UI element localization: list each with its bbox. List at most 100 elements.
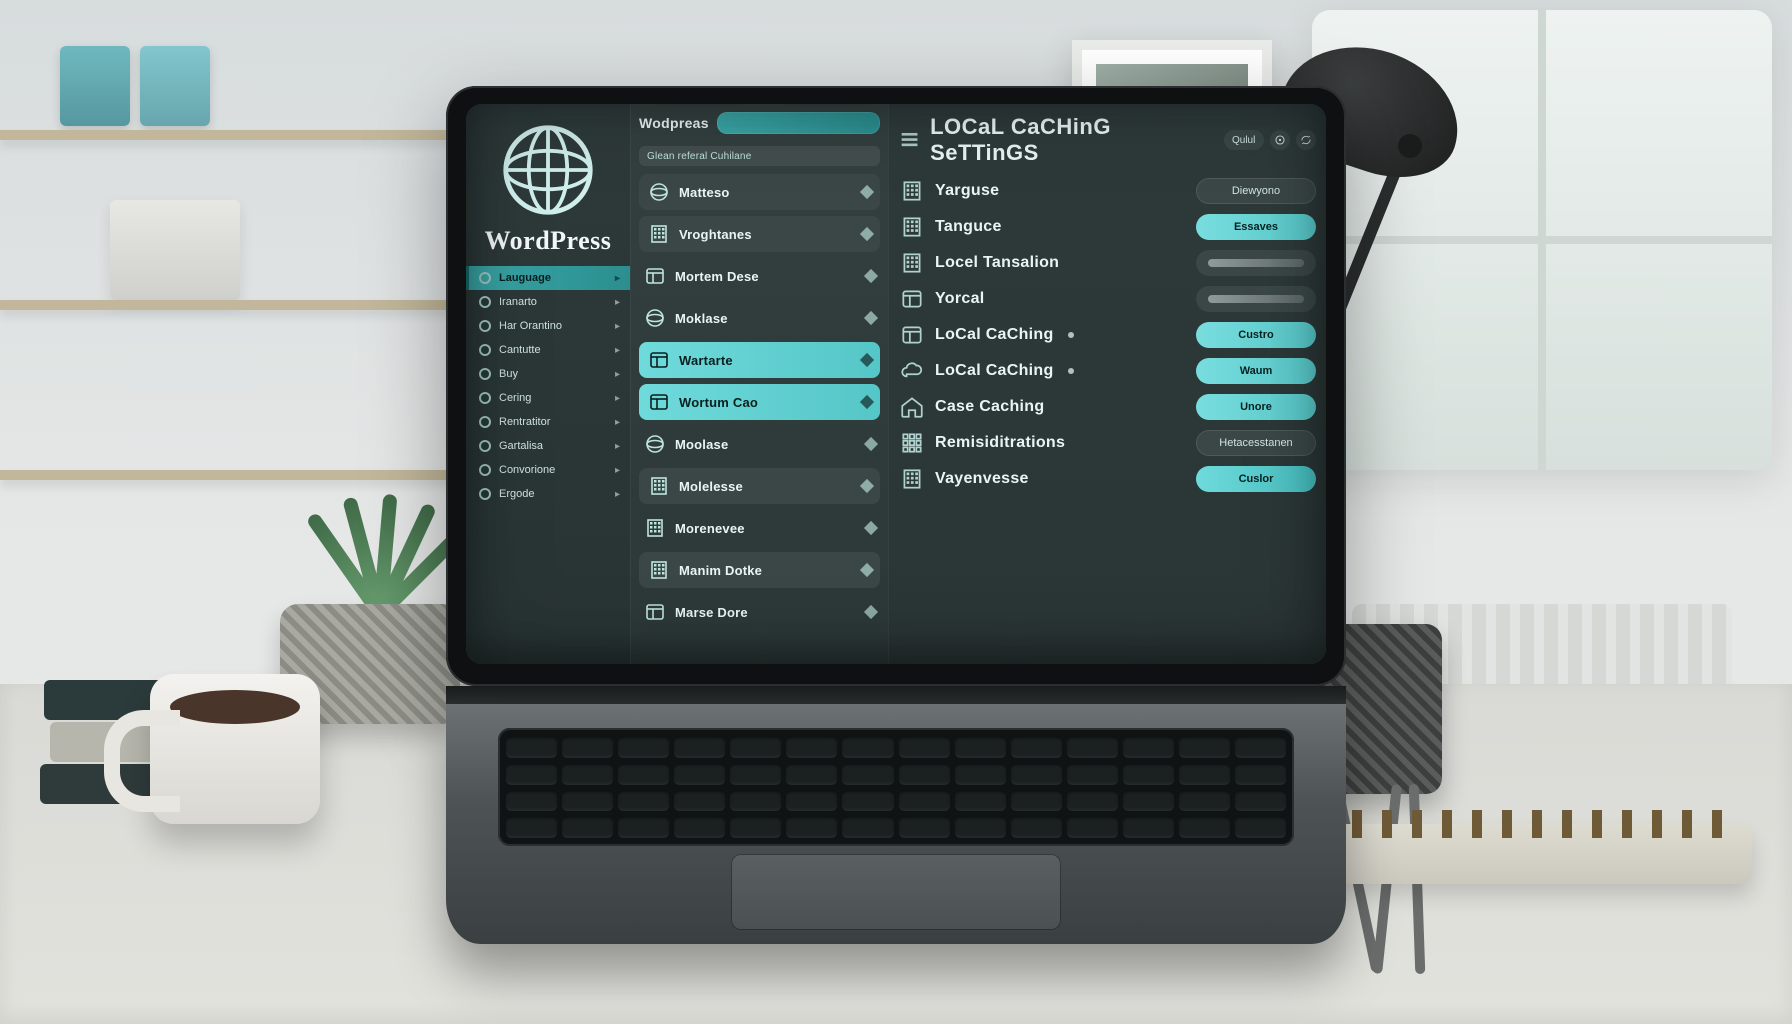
bar-fill	[1208, 295, 1304, 303]
settings-rows: YarguseDiewyonoTanguceEssavesLocel Tansa…	[889, 176, 1326, 502]
diamond-icon	[860, 227, 874, 241]
chevron-right-icon: ▸	[615, 465, 620, 476]
control-label: Custro	[1238, 329, 1273, 341]
value-slider[interactable]	[1196, 250, 1316, 276]
settings-row-label: LoCal CaChing	[935, 326, 1054, 344]
bullet-icon	[479, 272, 491, 284]
module-column: Wodpreas Glean referal Cuhilane MattesoV…	[630, 104, 888, 664]
building-icon	[647, 474, 671, 498]
module-item-label: Moolase	[675, 437, 728, 452]
control-label: Hetacesstanen	[1219, 437, 1292, 449]
panel-icon	[643, 264, 667, 288]
module-item-10[interactable]: Marse Dore	[639, 594, 880, 630]
module-item-1[interactable]: Vroghtanes	[639, 216, 880, 252]
books	[110, 200, 240, 300]
bar-fill	[1208, 259, 1304, 267]
control-label: Essaves	[1234, 221, 1278, 233]
sidebar-item-7[interactable]: Gartalisa▸	[466, 434, 630, 458]
settings-row-3: Yorcal	[899, 286, 1316, 312]
building-icon	[899, 250, 925, 276]
sidebar-item-2[interactable]: Har Orantino▸	[466, 314, 630, 338]
action-button[interactable]: Waum	[1196, 358, 1316, 384]
plant	[290, 434, 470, 614]
module-item-0[interactable]: Matteso	[639, 174, 880, 210]
sidebar-item-4[interactable]: Buy▸	[466, 362, 630, 386]
trackpad	[731, 854, 1061, 930]
binder	[60, 46, 130, 126]
sidebar-item-1[interactable]: Iranarto ▸	[466, 290, 630, 314]
bullet-icon	[479, 296, 491, 308]
action-button[interactable]: Essaves	[1196, 214, 1316, 240]
control-label: Unore	[1240, 401, 1272, 413]
action-button[interactable]: Cuslor	[1196, 466, 1316, 492]
building-icon	[647, 222, 671, 246]
bullet-icon	[479, 344, 491, 356]
brand-name: WordPress	[474, 226, 622, 256]
diamond-icon	[860, 353, 874, 367]
module-item-7[interactable]: Molelesse	[639, 468, 880, 504]
sidebar-item-9[interactable]: Ergode ▸	[466, 482, 630, 506]
keyboard	[498, 728, 1294, 846]
header-accent-bar	[717, 112, 880, 134]
building-icon	[643, 516, 667, 540]
sidebar-item-label: Ergode	[499, 488, 534, 500]
sidebar-item-3[interactable]: Cantutte▸	[466, 338, 630, 362]
bullet-icon	[479, 392, 491, 404]
settings-row-label: Case Caching	[935, 398, 1044, 416]
diamond-icon	[864, 269, 878, 283]
building-icon	[647, 558, 671, 582]
chip-label: Qulul	[1232, 135, 1255, 146]
header-actions: Qulul	[1224, 130, 1316, 150]
module-item-2[interactable]: Mortem Dese	[639, 258, 880, 294]
settings-header: LOCaL CaCHinG SeTTinGS Qulul	[889, 104, 1326, 176]
chevron-right-icon: ▸	[615, 297, 620, 308]
settings-row-0: YarguseDiewyono	[899, 178, 1316, 204]
value-slider[interactable]	[1196, 286, 1316, 312]
header-chip-0[interactable]: Qulul	[1224, 130, 1264, 150]
chevron-right-icon: ▸	[615, 489, 620, 500]
module-item-4[interactable]: Wartarte	[639, 342, 880, 378]
module-list: Matteso Vroghtanes Mortem Dese Moklase Warta…	[631, 174, 888, 630]
sidebar-item-8[interactable]: Convorione▸	[466, 458, 630, 482]
module-item-6[interactable]: Moolase	[639, 426, 880, 462]
panel-icon	[899, 322, 925, 348]
module-item-label: Marse Dore	[675, 605, 748, 620]
panel-icon	[899, 286, 925, 312]
module-item-8[interactable]: Morenevee	[639, 510, 880, 546]
building-icon	[899, 214, 925, 240]
chevron-right-icon: ▸	[615, 345, 620, 356]
sidebar-item-label: Gartalisa	[499, 440, 543, 452]
refresh-icon-button[interactable]	[1296, 130, 1316, 150]
action-button[interactable]: Custro	[1196, 322, 1316, 348]
sidebar-item-label: Iranarto	[499, 296, 537, 308]
bullet-icon	[479, 320, 491, 332]
action-button[interactable]: Unore	[1196, 394, 1316, 420]
bullet-icon	[479, 440, 491, 452]
dot-icon	[1068, 368, 1074, 374]
settings-title: LOCaL CaCHinG SeTTinGS	[930, 114, 1214, 166]
diamond-icon	[864, 521, 878, 535]
sidebar-item-6[interactable]: Rentratitor▸	[466, 410, 630, 434]
module-item-5[interactable]: Wortum Cao	[639, 384, 880, 420]
value-field[interactable]: Diewyono	[1196, 178, 1316, 204]
stripes-icon	[899, 129, 920, 151]
sidebar-item-5[interactable]: Cering▸	[466, 386, 630, 410]
sidebar-item-0[interactable]: Lauguage▸	[466, 266, 630, 290]
module-item-3[interactable]: Moklase	[639, 300, 880, 336]
brand: WordPress	[466, 104, 630, 260]
settings-row-2: Locel Tansalion	[899, 250, 1316, 276]
module-item-9[interactable]: Manim Dotke	[639, 552, 880, 588]
admin-ui: WordPress Lauguage▸ Iranarto ▸ Har Orantino…	[466, 104, 1326, 664]
sidebar-rail: WordPress Lauguage▸ Iranarto ▸ Har Orantino…	[466, 104, 630, 664]
settings-row-label: Vayenvesse	[935, 470, 1029, 488]
diamond-icon	[864, 605, 878, 619]
module-hint: Glean referal Cuhilane	[639, 146, 880, 166]
panel-icon	[647, 348, 671, 372]
module-item-label: Wortum Cao	[679, 395, 758, 410]
bullet-icon	[479, 464, 491, 476]
cloud-icon	[899, 358, 925, 384]
module-item-label: Molelesse	[679, 479, 743, 494]
target-icon-button[interactable]	[1270, 130, 1290, 150]
value-field[interactable]: Hetacesstanen	[1196, 430, 1316, 456]
bullet-icon	[479, 416, 491, 428]
